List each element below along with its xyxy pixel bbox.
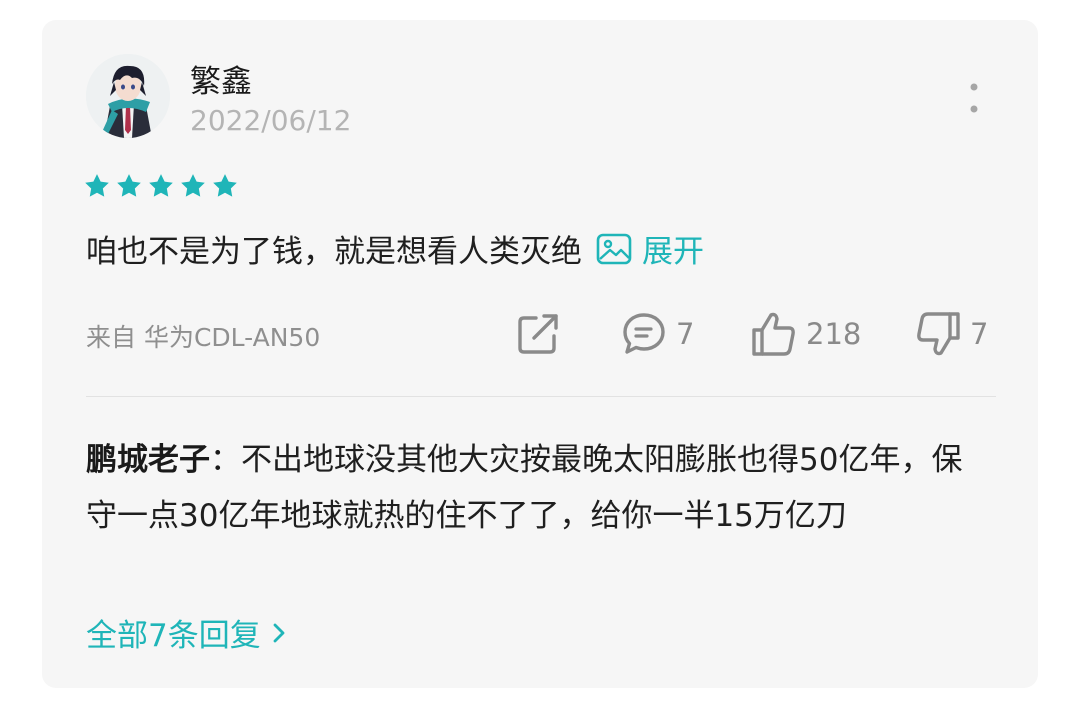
reply-count: 7 — [676, 317, 695, 351]
like-button[interactable]: 218 — [750, 308, 861, 360]
reply-author[interactable]: 鹏城老子 — [86, 442, 210, 478]
share-icon — [518, 314, 558, 354]
all-replies-link[interactable]: 全部7条回复 — [86, 610, 289, 655]
comment-icon — [623, 313, 665, 354]
dislike-button[interactable]: 7 — [914, 308, 988, 360]
expand-label: 展开 — [642, 234, 704, 270]
rating-stars — [83, 172, 239, 204]
star-icon — [85, 174, 109, 197]
chevron-right-icon — [273, 623, 285, 642]
reply-separator: ： — [210, 442, 241, 478]
comment-body: 咱也不是为了钱，就是想看人类灭绝 展开 — [86, 226, 704, 271]
thumbs-down-icon — [917, 312, 960, 356]
more-vertical-icon[interactable] — [962, 80, 986, 116]
all-replies-label: 全部7条回复 — [86, 618, 261, 654]
reply-button[interactable]: 7 — [620, 308, 694, 360]
reply-preview[interactable]: 鹏城老子：不出地球没其他大灾按最晚太阳膨胀也得50亿年，保守一点30亿年地球就热… — [86, 432, 986, 544]
image-icon — [596, 233, 632, 264]
device-info: 来自 华为CDL-AN50 — [86, 323, 321, 352]
username[interactable]: 繁鑫 — [190, 56, 252, 101]
expand-button[interactable]: 展开 — [596, 226, 704, 271]
comment-text: 咱也不是为了钱，就是想看人类灭绝 — [86, 234, 582, 270]
star-icon — [149, 174, 173, 197]
thumbs-up-icon — [752, 312, 795, 356]
dislike-count: 7 — [970, 317, 989, 351]
star-icon — [181, 174, 205, 197]
comment-date: 2022/06/12 — [190, 104, 352, 137]
star-icon — [213, 174, 237, 197]
avatar[interactable] — [86, 54, 170, 138]
share-button[interactable] — [514, 308, 562, 360]
divider — [86, 396, 996, 397]
like-count: 218 — [806, 317, 862, 351]
star-icon — [117, 174, 141, 197]
